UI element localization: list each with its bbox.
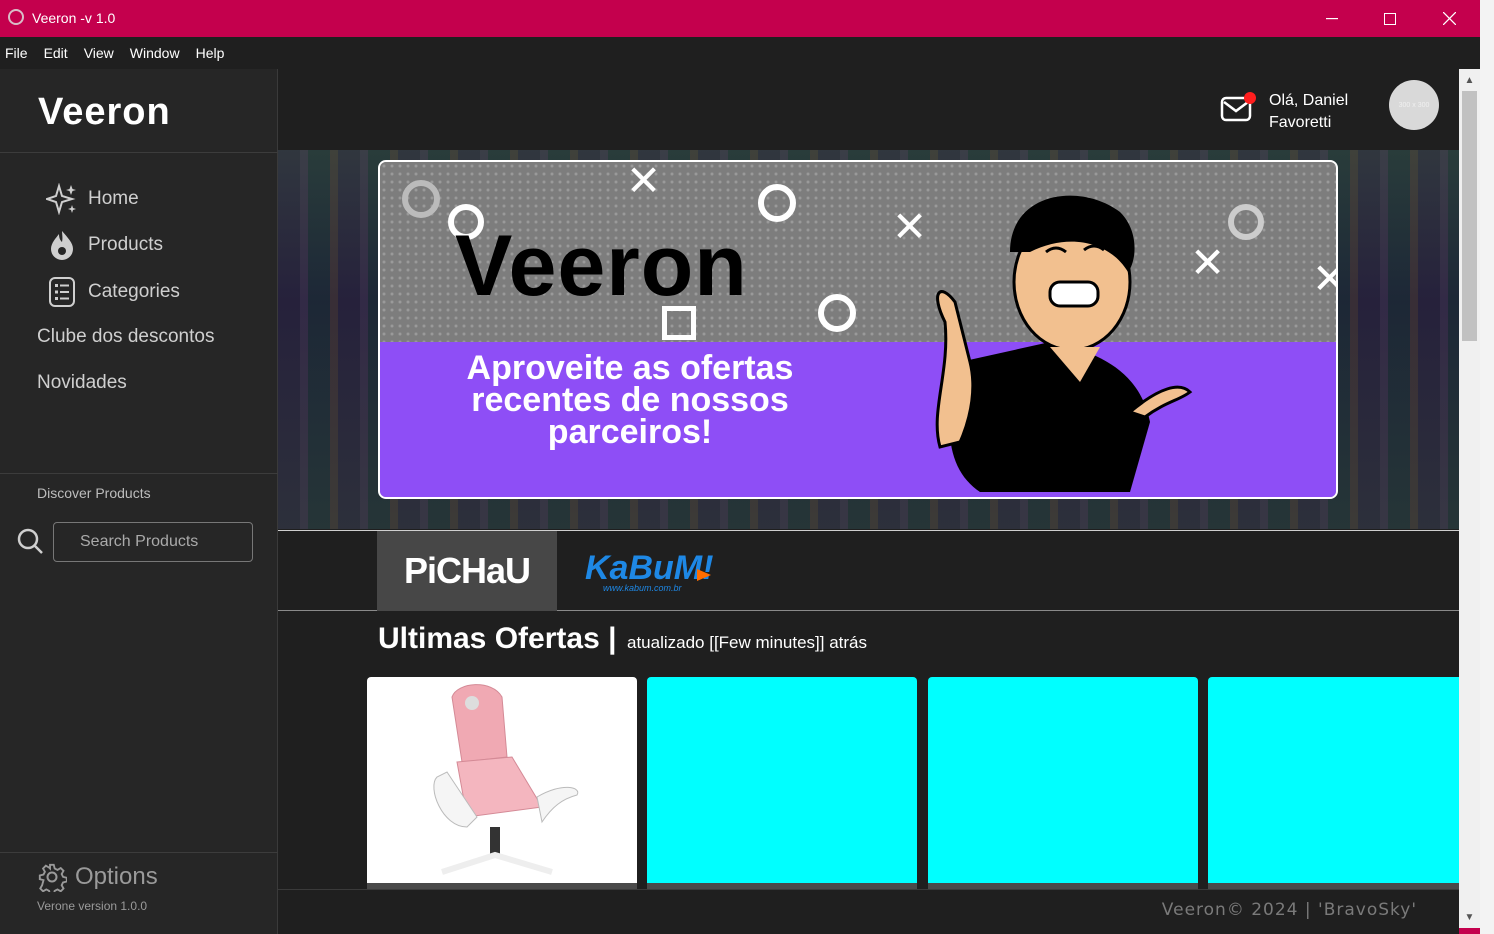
tagline-line: recentes de nossos xyxy=(471,381,789,419)
user-greeting: Olá, Daniel Favoretti xyxy=(1269,90,1379,134)
greeting-line-1: Olá, Daniel xyxy=(1269,92,1349,109)
tagline-line: Aproveite as ofertas xyxy=(466,349,794,387)
hero-background: ✕ ✕ ✕ ✕ Veeron Aproveite as ofertas rece… xyxy=(278,150,1459,529)
product-card-placeholder[interactable] xyxy=(647,677,917,897)
sidebar-link-clube[interactable]: Clube dos descontos xyxy=(37,326,214,348)
divider xyxy=(0,473,278,474)
sidebar: Veeron Home Products Categories Clube do… xyxy=(0,69,278,934)
brand-logo: Veeron xyxy=(38,91,171,133)
menu-bar: File Edit View Window Help xyxy=(0,37,1480,69)
options-label: Options xyxy=(75,863,158,890)
sidebar-item-label: Products xyxy=(88,234,163,255)
options-button[interactable]: Options xyxy=(37,862,158,892)
sidebar-item-home[interactable]: Home xyxy=(46,183,139,215)
scrollbar-thumb[interactable] xyxy=(1462,91,1477,341)
menu-help[interactable]: Help xyxy=(196,45,225,61)
pink-gaming-chair xyxy=(433,684,579,875)
vertical-scrollbar[interactable]: ▲ ▼ xyxy=(1459,69,1480,934)
sidebar-item-label: Categories xyxy=(88,281,180,302)
avatar[interactable]: 300 x 300 xyxy=(1389,80,1439,130)
kabum-url: www.kabum.com.br xyxy=(603,583,683,593)
menu-view[interactable]: View xyxy=(84,45,114,61)
cross-shape: ✕ xyxy=(626,160,662,204)
version-text: Verone version 1.0.0 xyxy=(37,899,148,913)
sidebar-item-products[interactable]: Products xyxy=(46,229,163,261)
kabum-logo-text: KaBuM! xyxy=(585,549,713,587)
menu-window[interactable]: Window xyxy=(130,45,180,61)
scroll-down-arrow[interactable]: ▼ xyxy=(1463,911,1476,924)
product-card-placeholder[interactable] xyxy=(928,677,1198,897)
maximize-button[interactable] xyxy=(1361,0,1419,37)
window-title: Veeron -v 1.0 xyxy=(32,10,116,26)
sidebar-link-novidades[interactable]: Novidades xyxy=(37,372,127,394)
circle-shape xyxy=(758,184,796,222)
promo-banner[interactable]: ✕ ✕ ✕ ✕ Veeron Aproveite as ofertas rece… xyxy=(378,160,1338,499)
divider xyxy=(0,852,278,853)
cartoon-mascot-illustration xyxy=(935,195,1193,492)
divider xyxy=(0,152,278,153)
list-icon xyxy=(49,277,75,307)
product-card-placeholder[interactable] xyxy=(1208,677,1459,897)
flame-icon xyxy=(51,231,73,260)
app-icon xyxy=(8,9,24,25)
sparkle-icon xyxy=(46,183,76,215)
window-border xyxy=(1459,928,1480,934)
tagline-line: parceiros! xyxy=(547,413,713,451)
footer-text: Veeron© 2024 | 'BravoSky' xyxy=(1161,900,1417,920)
footer-bar: Veeron© 2024 | 'BravoSky' xyxy=(278,889,1459,934)
minimize-button[interactable] xyxy=(1303,0,1361,37)
greeting-line-2: Favoretti xyxy=(1269,114,1332,131)
title-bar: Veeron -v 1.0 xyxy=(0,0,1480,37)
sidebar-item-categories[interactable]: Categories xyxy=(46,276,180,308)
banner-brand-word: Veeron xyxy=(455,218,748,314)
circle-shape xyxy=(818,294,856,332)
banner-tagline: Aproveite as ofertas recentes de nossos … xyxy=(420,349,840,451)
menu-edit[interactable]: Edit xyxy=(44,45,68,61)
store-tabs: PiCHaU KaBuM! www.kabum.com.br xyxy=(278,530,1459,611)
gear-icon xyxy=(38,863,67,892)
app-window: Veeron -v 1.0 File Edit View Window Help… xyxy=(0,0,1480,934)
store-tab-kabum[interactable]: KaBuM! www.kabum.com.br xyxy=(583,547,715,595)
close-button[interactable] xyxy=(1420,0,1478,37)
notification-dot xyxy=(1244,92,1256,104)
desktop-edge xyxy=(1480,0,1494,934)
section-title: Ultimas Ofertas | xyxy=(378,622,617,655)
main-content: Olá, Daniel Favoretti 300 x 300 ✕ ✕ ✕ ✕ … xyxy=(278,69,1459,934)
scroll-up-arrow[interactable]: ▲ xyxy=(1463,74,1476,87)
discover-heading: Discover Products xyxy=(37,485,151,501)
menu-file[interactable]: File xyxy=(5,45,28,61)
store-tab-pichau[interactable]: PiCHaU xyxy=(377,531,557,611)
sidebar-item-label: Home xyxy=(88,188,139,209)
cross-shape: ✕ xyxy=(1312,254,1336,303)
circle-shape xyxy=(402,180,440,218)
search-icon[interactable] xyxy=(16,527,44,555)
section-subtitle: atualizado [[Few minutes]] atrás xyxy=(627,633,868,652)
search-input[interactable] xyxy=(53,522,253,562)
product-card[interactable] xyxy=(367,677,637,897)
circle-shape xyxy=(1228,204,1264,240)
